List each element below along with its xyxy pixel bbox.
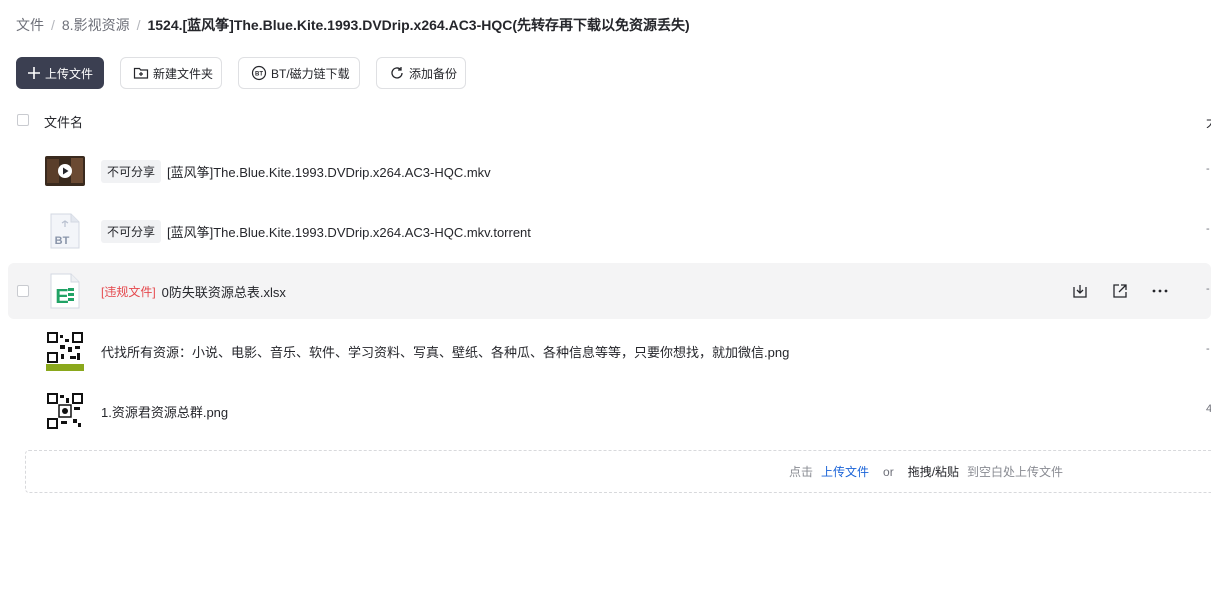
row-actions (1070, 279, 1170, 303)
breadcrumb-current: 1524.[蓝风筝]The.Blue.Kite.1993.DVDrip.x264… (147, 17, 690, 33)
breadcrumb: 文件 / 8.影视资源 / 1524.[蓝风筝]The.Blue.Kite.19… (16, 14, 690, 36)
breadcrumb-folder[interactable]: 8.影视资源 (62, 15, 130, 35)
drop-suffix: 到空白处上传文件 (967, 465, 1064, 479)
excel-letter: E (55, 286, 68, 308)
bt-magnet-label: BT/磁力链下载 (271, 66, 350, 81)
select-all-checkbox[interactable] (17, 114, 29, 126)
plus-icon (27, 65, 41, 81)
file-name: [违规文件] 0防失联资源总表.xlsx (101, 263, 286, 319)
folder-plus-icon (133, 65, 149, 81)
file-name-text[interactable]: [蓝风筝]The.Blue.Kite.1993.DVDrip.x264.AC3-… (167, 162, 491, 181)
file-row[interactable]: 1.资源君资源总群.png 4 (8, 383, 1211, 439)
bt-icon: BT (251, 65, 267, 81)
file-row[interactable]: 代找所有资源：小说、电影、音乐、软件、学习资料、写真、壁纸、各种瓜、各种信息等等… (8, 323, 1211, 379)
svg-text:BT: BT (255, 72, 263, 78)
file-size: - (1206, 163, 1210, 175)
qr-image-icon (45, 391, 85, 431)
no-share-tag: 不可分享 (101, 219, 162, 243)
file-name-text[interactable]: 0防失联资源总表.xlsx (162, 282, 286, 301)
column-header-name[interactable]: 文件名 (44, 112, 83, 131)
file-browser-page: 文件 / 8.影视资源 / 1524.[蓝风筝]The.Blue.Kite.19… (0, 0, 1211, 613)
violation-tag: [违规文件] (101, 284, 156, 299)
row-checkbox[interactable] (17, 285, 29, 297)
file-size: - (1206, 223, 1210, 235)
download-icon[interactable] (1070, 279, 1090, 303)
drag-paste-text: 拖拽/粘贴 (907, 465, 960, 479)
file-list-header: 文件名 大 (0, 108, 1211, 134)
file-name: 1.资源君资源总群.png (101, 383, 228, 439)
drop-zone-hint: 点击 上传文件 or 拖拽/粘贴 到空白处上传文件 (789, 451, 1063, 492)
file-name-text[interactable]: 1.资源君资源总群.png (101, 402, 228, 421)
toolbar: 上传文件 新建文件夹 BT BT/磁力链下载 添加备份 (16, 57, 466, 89)
qr-image-icon (45, 331, 85, 371)
file-size: 4 (1206, 403, 1211, 415)
add-backup-label: 添加备份 (409, 66, 458, 81)
file-name: 不可分享 [蓝风筝]The.Blue.Kite.1993.DVDrip.x264… (101, 203, 531, 259)
upload-link[interactable]: 上传文件 (821, 463, 869, 480)
upload-button-label: 上传文件 (45, 66, 94, 81)
drop-or: or (883, 464, 894, 479)
upload-drop-zone[interactable]: 点击 上传文件 or 拖拽/粘贴 到空白处上传文件 (25, 450, 1211, 493)
file-size: - (1206, 283, 1210, 295)
file-name-text[interactable]: 代找所有资源：小说、电影、音乐、软件、学习资料、写真、壁纸、各种瓜、各种信息等等… (101, 342, 789, 361)
file-row[interactable]: 不可分享 [蓝风筝]The.Blue.Kite.1993.DVDrip.x264… (8, 143, 1211, 199)
upload-button[interactable]: 上传文件 (16, 57, 104, 89)
file-name: 不可分享 [蓝风筝]The.Blue.Kite.1993.DVDrip.x264… (101, 143, 491, 199)
column-header-size[interactable]: 大 (1206, 112, 1211, 131)
breadcrumb-root[interactable]: 文件 (16, 15, 44, 35)
new-folder-button[interactable]: 新建文件夹 (120, 57, 222, 89)
bt-magnet-download-button[interactable]: BT BT/磁力链下载 (238, 57, 360, 89)
share-icon[interactable] (1110, 279, 1130, 303)
new-folder-label: 新建文件夹 (153, 66, 214, 81)
drop-prefix: 点击 (789, 465, 814, 479)
video-thumbnail-icon (45, 151, 85, 191)
file-name: 代找所有资源：小说、电影、音乐、软件、学习资料、写真、壁纸、各种瓜、各种信息等等… (101, 323, 789, 379)
more-options-icon[interactable] (1150, 279, 1170, 303)
bt-file-label: BT (55, 235, 70, 247)
breadcrumb-separator: / (51, 17, 55, 33)
file-size: - (1206, 343, 1210, 355)
file-row[interactable]: E [违规文件] 0防失联资源总表.xlsx - (8, 263, 1211, 319)
refresh-icon (389, 65, 405, 81)
bt-file-icon: BT (45, 211, 85, 251)
breadcrumb-separator: / (136, 17, 141, 33)
file-row[interactable]: BT 不可分享 [蓝风筝]The.Blue.Kite.1993.DVDrip.x… (8, 203, 1211, 259)
excel-file-icon: E (45, 271, 85, 311)
no-share-tag: 不可分享 (101, 159, 162, 183)
file-name-text[interactable]: [蓝风筝]The.Blue.Kite.1993.DVDrip.x264.AC3-… (167, 222, 531, 241)
add-backup-button[interactable]: 添加备份 (376, 57, 466, 89)
